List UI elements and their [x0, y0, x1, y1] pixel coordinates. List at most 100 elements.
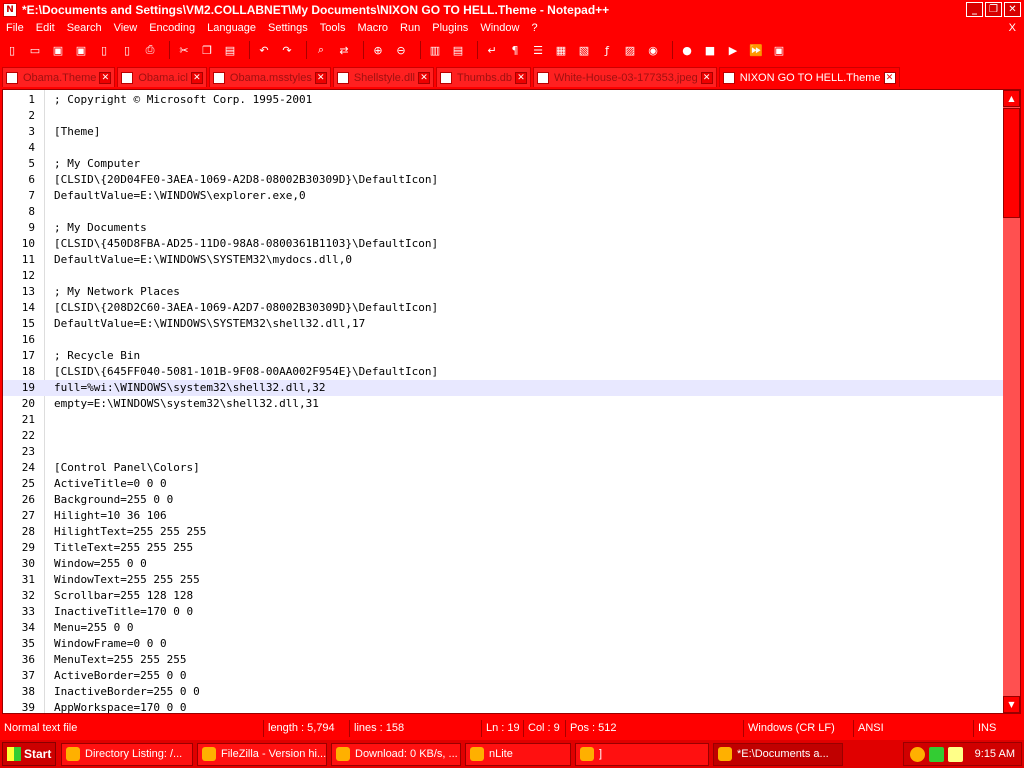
taskbar-item[interactable]: *E:\Documents a... [713, 742, 843, 766]
line-text[interactable]: [CLSID\{208D2C60-3AEA-1069-A2D7-08002B30… [54, 300, 438, 316]
print-icon[interactable]: ⎙ [141, 41, 159, 59]
code-line[interactable]: 35 WindowFrame=0 0 0 [3, 636, 1004, 652]
code-line[interactable]: 12 [3, 268, 1004, 284]
line-text[interactable]: ; Copyright © Microsoft Corp. 1995-2001 [54, 92, 312, 108]
line-text[interactable]: InactiveTitle=170 0 0 [54, 604, 193, 620]
search-tray-icon[interactable] [947, 746, 963, 762]
macro-play-multiple-icon[interactable]: ⏩ [747, 41, 765, 59]
code-lines[interactable]: 1 ; Copyright © Microsoft Corp. 1995-2001… [3, 92, 1004, 713]
line-text[interactable]: WindowText=255 255 255 [54, 572, 200, 588]
line-text[interactable]: ; My Computer [54, 156, 140, 172]
redo-icon[interactable]: ↷ [278, 41, 296, 59]
code-line[interactable]: 27 Hilight=10 36 106 [3, 508, 1004, 524]
new-file-icon[interactable]: ▯ [3, 41, 21, 59]
line-text[interactable]: Menu=255 0 0 [54, 620, 133, 636]
code-line[interactable]: 3 [Theme] [3, 124, 1004, 140]
code-line[interactable]: 21 [3, 412, 1004, 428]
code-line[interactable]: 11 DefaultValue=E:\WINDOWS\SYSTEM32\mydoc… [3, 252, 1004, 268]
code-line[interactable]: 29 TitleText=255 255 255 [3, 540, 1004, 556]
code-line[interactable]: 33 InactiveTitle=170 0 0 [3, 604, 1004, 620]
menu-search[interactable]: Search [61, 22, 108, 34]
menu-encoding[interactable]: Encoding [143, 22, 201, 34]
close-all-icon[interactable]: ▯ [118, 41, 136, 59]
status-encoding[interactable]: ANSI [854, 720, 974, 737]
code-line[interactable]: 2 [3, 108, 1004, 124]
status-insert-mode[interactable]: INS [974, 720, 1020, 737]
line-text[interactable]: [CLSID\{645FF040-5081-101B-9F08-00AA002F… [54, 364, 438, 380]
line-text[interactable]: Hilight=10 36 106 [54, 508, 167, 524]
line-text[interactable]: [Control Panel\Colors] [54, 460, 200, 476]
taskbar-item[interactable]: Directory Listing: /... [61, 742, 193, 766]
code-line[interactable]: 5 ; My Computer [3, 156, 1004, 172]
menu-tools[interactable]: Tools [314, 22, 352, 34]
menu-help[interactable]: ? [525, 22, 543, 34]
open-file-icon[interactable]: ▭ [26, 41, 44, 59]
paste-icon[interactable]: ▤ [221, 41, 239, 59]
taskbar-item[interactable]: nLite [465, 742, 571, 766]
line-text[interactable]: [CLSID\{450D8FBA-AD25-11D0-98A8-0800361B… [54, 236, 438, 252]
code-line[interactable]: 19 full=%wi:\WINDOWS\system32\shell32.dll… [3, 380, 1004, 396]
line-text[interactable]: ActiveBorder=255 0 0 [54, 668, 186, 684]
line-text[interactable]: TitleText=255 255 255 [54, 540, 193, 556]
code-line[interactable]: 8 [3, 204, 1004, 220]
line-text[interactable]: DefaultValue=E:\WINDOWS\SYSTEM32\shell32… [54, 316, 365, 332]
line-text[interactable]: [CLSID\{20D04FE0-3AEA-1069-A2D8-08002B30… [54, 172, 438, 188]
code-line[interactable]: 26 Background=255 0 0 [3, 492, 1004, 508]
doc-map-icon[interactable]: ▧ [575, 41, 593, 59]
clock[interactable]: 9:15 AM [975, 748, 1015, 760]
code-line[interactable]: 30 Window=255 0 0 [3, 556, 1004, 572]
line-text[interactable]: HilightText=255 255 255 [54, 524, 206, 540]
code-line[interactable]: 38 InactiveBorder=255 0 0 [3, 684, 1004, 700]
close-button[interactable]: ✕ [1004, 2, 1021, 17]
status-eol[interactable]: Windows (CR LF) [744, 720, 854, 737]
editor[interactable]: 1 ; Copyright © Microsoft Corp. 1995-2001… [2, 89, 1021, 714]
line-text[interactable]: Window=255 0 0 [54, 556, 147, 572]
tab-close-icon[interactable]: ✕ [515, 71, 527, 84]
tab-white-house-03-177353-jpeg[interactable]: White-House-03-177353.jpeg ✕ [533, 67, 717, 87]
scroll-down-icon[interactable]: ▼ [1003, 696, 1020, 713]
start-button[interactable]: Start [2, 742, 56, 766]
code-line[interactable]: 16 [3, 332, 1004, 348]
replace-icon[interactable]: ⇄ [335, 41, 353, 59]
taskbar-item[interactable]: FileZilla - Version hi... [197, 742, 327, 766]
tab-close-icon[interactable]: ✕ [700, 71, 713, 84]
menu-macro[interactable]: Macro [351, 22, 394, 34]
undo-icon[interactable]: ↶ [255, 41, 273, 59]
line-text[interactable]: DefaultValue=E:\WINDOWS\explorer.exe,0 [54, 188, 306, 204]
code-line[interactable]: 14 [CLSID\{208D2C60-3AEA-1069-A2D7-08002B… [3, 300, 1004, 316]
user-language-icon[interactable]: ▦ [552, 41, 570, 59]
code-line[interactable]: 28 HilightText=255 255 255 [3, 524, 1004, 540]
line-text[interactable]: ; Recycle Bin [54, 348, 140, 364]
tab-close-icon[interactable]: ✕ [417, 71, 430, 84]
code-line[interactable]: 32 Scrollbar=255 128 128 [3, 588, 1004, 604]
line-text[interactable]: Scrollbar=255 128 128 [54, 588, 193, 604]
code-line[interactable]: 10 [CLSID\{450D8FBA-AD25-11D0-98A8-080036… [3, 236, 1004, 252]
word-wrap-icon[interactable]: ↵ [483, 41, 501, 59]
menu-run[interactable]: Run [394, 22, 426, 34]
indent-guide-icon[interactable]: ☰ [529, 41, 547, 59]
code-line[interactable]: 6 [CLSID\{20D04FE0-3AEA-1069-A2D8-08002B3… [3, 172, 1004, 188]
find-icon[interactable]: ⌕ [312, 41, 330, 59]
tab-close-icon[interactable]: ✕ [99, 71, 112, 84]
network-tray-icon[interactable] [928, 746, 944, 762]
zoom-in-icon[interactable]: ⊕ [369, 41, 387, 59]
line-text[interactable]: WindowFrame=0 0 0 [54, 636, 167, 652]
minimize-button[interactable]: _ [966, 2, 983, 17]
code-line[interactable]: 25 ActiveTitle=0 0 0 [3, 476, 1004, 492]
monitoring-icon[interactable]: ◉ [644, 41, 662, 59]
taskbar-item[interactable]: ] [575, 742, 709, 766]
code-line[interactable]: 37 ActiveBorder=255 0 0 [3, 668, 1004, 684]
code-line[interactable]: 22 [3, 428, 1004, 444]
line-text[interactable]: InactiveBorder=255 0 0 [54, 684, 200, 700]
copy-icon[interactable]: ❐ [198, 41, 216, 59]
menu-view[interactable]: View [108, 22, 144, 34]
notepad-plus-icon[interactable]: N [3, 2, 17, 17]
code-line[interactable]: 17 ; Recycle Bin [3, 348, 1004, 364]
taskbar-item[interactable]: Download: 0 KB/s, ... [331, 742, 461, 766]
menu-window[interactable]: Window [474, 22, 525, 34]
line-text[interactable]: DefaultValue=E:\WINDOWS\SYSTEM32\mydocs.… [54, 252, 352, 268]
menu-settings[interactable]: Settings [262, 22, 314, 34]
cut-icon[interactable]: ✂ [175, 41, 193, 59]
show-all-chars-icon[interactable]: ¶ [506, 41, 524, 59]
line-text[interactable]: ; My Documents [54, 220, 147, 236]
